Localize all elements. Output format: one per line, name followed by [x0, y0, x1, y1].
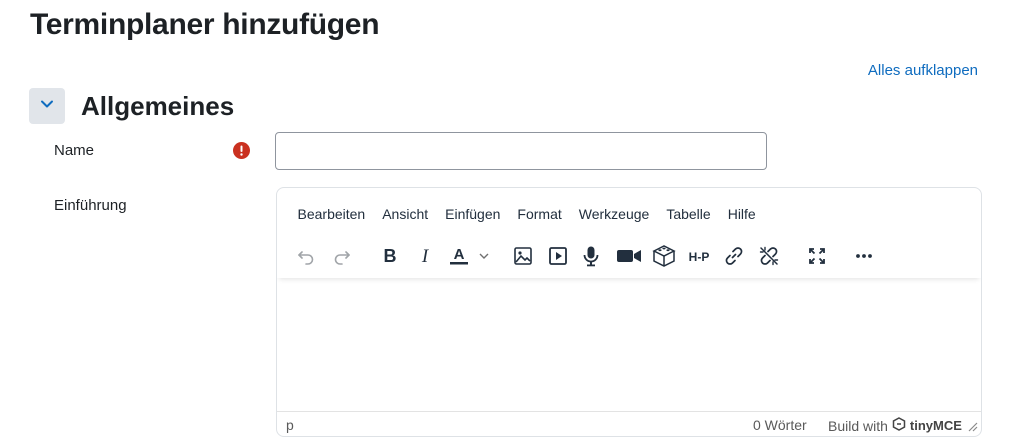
required-icon [233, 142, 250, 159]
name-input[interactable] [275, 132, 767, 170]
bold-icon[interactable]: B [374, 240, 406, 272]
svg-text:A: A [454, 246, 465, 263]
editor-content-area[interactable] [277, 280, 981, 410]
video-camera-icon[interactable] [613, 240, 645, 272]
unlink-icon[interactable] [753, 240, 785, 272]
text-color-icon[interactable]: A [444, 240, 494, 272]
editor-statusbar: p 0 Wörter Build with tinyMCE [277, 411, 981, 436]
editor-menubar: Bearbeiten Ansicht Einfügen Format Werkz… [289, 204, 764, 224]
h5p-icon[interactable]: H-P [683, 240, 715, 272]
link-icon[interactable] [718, 240, 750, 272]
content-bank-icon[interactable] [648, 240, 680, 272]
section-title: Allgemeines [81, 91, 235, 121]
media-icon[interactable] [542, 240, 574, 272]
brand-name: tinyMCE [909, 418, 962, 433]
resize-handle-icon[interactable] [968, 419, 978, 435]
svg-text:I: I [421, 246, 430, 267]
element-path[interactable]: p [286, 417, 294, 433]
tinymce-logo-icon [892, 417, 906, 434]
svg-text:H-P: H-P [689, 250, 710, 264]
italic-icon[interactable]: I [409, 240, 441, 272]
menu-werkzeuge[interactable]: Werkzeuge [570, 204, 658, 224]
menu-einfuegen[interactable]: Einfügen [437, 204, 509, 224]
microphone-icon[interactable] [575, 240, 607, 272]
build-with-text: Build with [828, 417, 888, 434]
editor-toolbar: B I A H-P [277, 236, 981, 278]
more-icon[interactable] [848, 240, 880, 272]
menu-hilfe[interactable]: Hilfe [719, 204, 764, 224]
page-title: Terminplaner hinzufügen [30, 8, 380, 41]
menu-format[interactable]: Format [509, 204, 570, 224]
redo-icon[interactable] [326, 240, 358, 272]
word-count[interactable]: 0 Wörter [753, 417, 807, 433]
chevron-down-icon [39, 96, 55, 117]
expand-all-link[interactable]: Alles aufklappen [868, 62, 978, 79]
section-collapse-toggle[interactable] [29, 88, 65, 124]
image-icon[interactable] [507, 240, 539, 272]
svg-text:B: B [384, 246, 397, 266]
name-label: Name [54, 142, 95, 159]
menu-tabelle[interactable]: Tabelle [658, 204, 719, 224]
undo-icon[interactable] [290, 240, 322, 272]
rich-text-editor: Bearbeiten Ansicht Einfügen Format Werkz… [276, 187, 982, 437]
menu-bearbeiten[interactable]: Bearbeiten [289, 204, 374, 224]
fullscreen-icon[interactable] [801, 240, 833, 272]
intro-label: Einführung [54, 197, 127, 214]
branding-link[interactable]: Build with tinyMCE [828, 417, 962, 434]
menu-ansicht[interactable]: Ansicht [374, 204, 437, 224]
